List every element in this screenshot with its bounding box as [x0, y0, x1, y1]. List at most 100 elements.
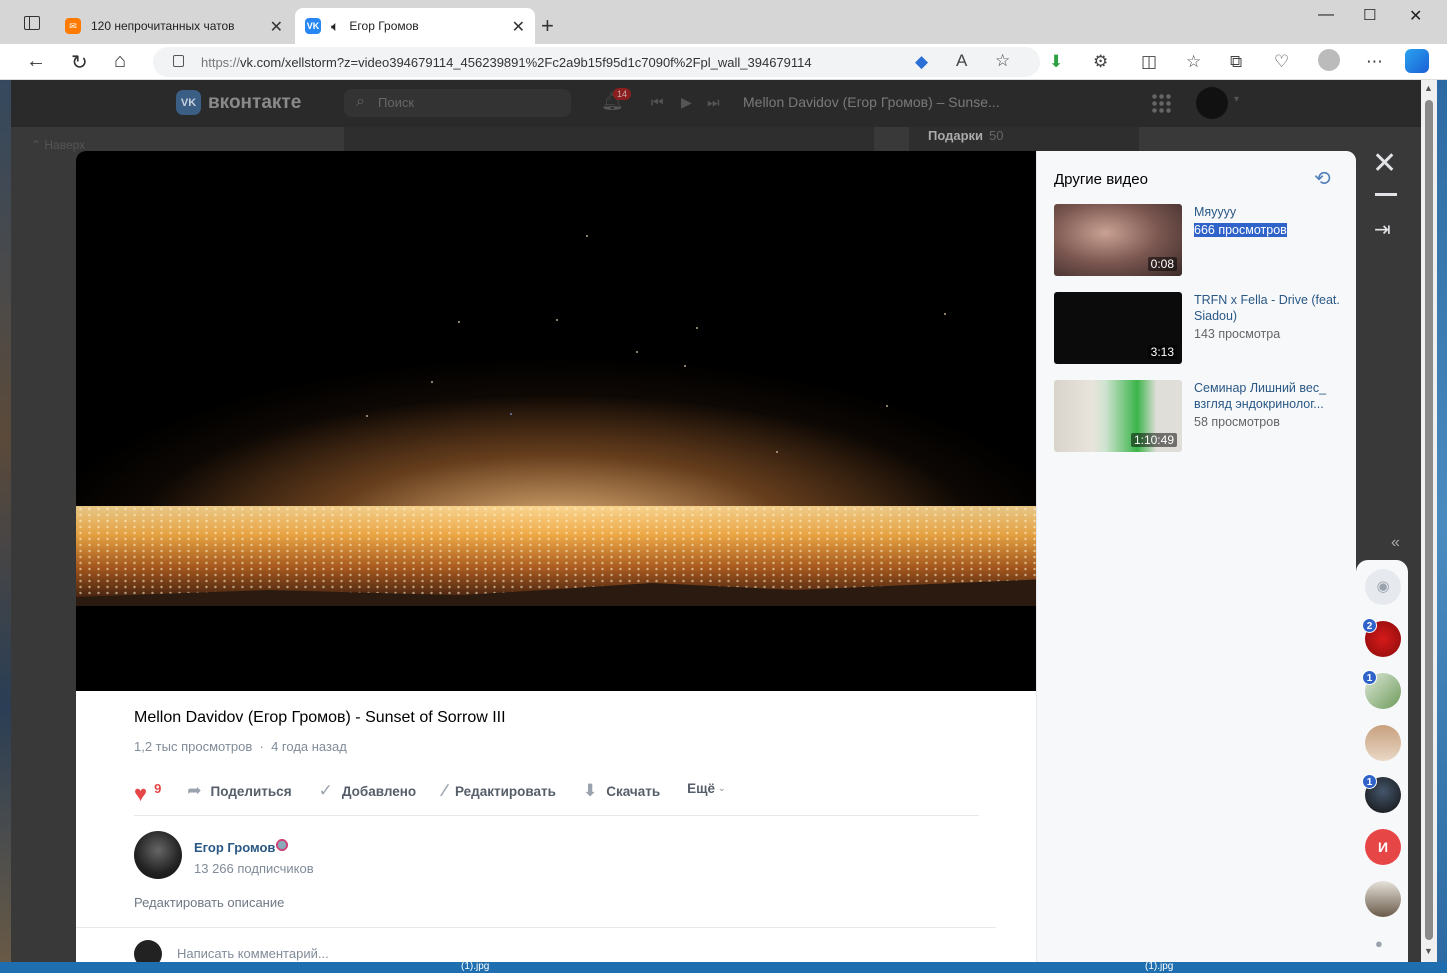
- check-icon: ✓: [318, 781, 333, 800]
- vk-logo[interactable]: VK вконтакте: [176, 90, 301, 115]
- chat-avatar[interactable]: И: [1365, 829, 1401, 865]
- edit-button[interactable]: ∕ Редактировать: [443, 781, 556, 801]
- refresh-icon[interactable]: ⟲: [1314, 166, 1331, 191]
- tab-unread-chats[interactable]: ✉ 120 непрочитанных чатов ✕: [55, 8, 293, 44]
- scroll-thumb[interactable]: [1425, 100, 1433, 940]
- owner-badge-icon: [275, 838, 289, 852]
- video-list-item[interactable]: 1:10:49 Семинар Лишний вес_ взгляд эндок…: [1054, 380, 1344, 452]
- owner-name[interactable]: Егор Громов: [194, 840, 275, 855]
- share-arrow-icon: ➦: [187, 781, 202, 800]
- apps-grid-icon[interactable]: [1151, 93, 1171, 113]
- download-extension-icon[interactable]: ⬇: [1049, 52, 1063, 72]
- camera-icon[interactable]: ◉: [1365, 569, 1401, 605]
- close-window-button[interactable]: ✕: [1409, 6, 1422, 26]
- profile-avatar[interactable]: [1318, 49, 1340, 71]
- menu-dots-icon[interactable]: ⋯: [1366, 52, 1383, 72]
- chat-avatar[interactable]: 2: [1362, 618, 1401, 657]
- owner-avatar[interactable]: [134, 831, 182, 879]
- chat-avatar[interactable]: [1365, 725, 1401, 761]
- views-count: 1,2 тыс просмотров: [134, 739, 253, 754]
- desktop-right-strip: [1437, 80, 1447, 973]
- collapse-chats-icon[interactable]: «: [1391, 534, 1400, 552]
- tab-vk-active[interactable]: VK 🔈︎ Егор Громов ✕: [295, 8, 535, 44]
- vk-icon: VK: [305, 18, 321, 34]
- close-tab-icon[interactable]: ✕: [270, 17, 283, 37]
- tab-label: Егор Громов: [349, 19, 419, 33]
- commenter-avatar: [134, 940, 162, 962]
- chat-avatar[interactable]: [1365, 881, 1401, 917]
- video-item-views: 58 просмотров: [1194, 415, 1280, 429]
- video-item-title[interactable]: Семинар Лишний вес_ взгляд эндокринолог.…: [1194, 380, 1344, 412]
- minimize-window-button[interactable]: —: [1318, 6, 1334, 24]
- dock-modal-icon[interactable]: ⇥: [1374, 217, 1391, 242]
- address-bar[interactable]: https://vk.com/xellstorm?z=video39467911…: [153, 47, 1040, 77]
- extensions-icon[interactable]: ⚙: [1093, 52, 1108, 72]
- more-button[interactable]: Ещё ⌄: [687, 781, 725, 796]
- video-thumbnail[interactable]: 3:13: [1054, 292, 1182, 364]
- url-text[interactable]: https://vk.com/xellstorm?z=video39467911…: [201, 55, 812, 70]
- new-tab-button[interactable]: +: [541, 13, 554, 39]
- desktop-file-label[interactable]: (1).jpg: [461, 961, 489, 972]
- download-icon: ⬇: [582, 781, 598, 800]
- favorites-icon[interactable]: ☆: [1186, 52, 1201, 72]
- vk-search-input[interactable]: Поиск: [344, 89, 571, 117]
- desktop-file-label[interactable]: (1).jpg: [1145, 961, 1173, 972]
- pencil-icon: ∕: [443, 781, 446, 800]
- favorite-star-icon[interactable]: ☆: [995, 51, 1010, 71]
- comment-input[interactable]: Написать комментарий...: [177, 946, 329, 961]
- download-button[interactable]: ⬇ Скачать: [583, 781, 660, 801]
- upload-age: 4 года назад: [271, 739, 347, 754]
- chat-bubble-icon[interactable]: ●: [1375, 936, 1383, 951]
- chevron-down-icon: ⌄: [718, 783, 726, 793]
- now-playing-track[interactable]: Mellon Davidov (Егор Громов) – Sunse...: [743, 94, 1000, 110]
- vk-logo-icon: VK: [176, 90, 201, 115]
- user-avatar[interactable]: [1196, 87, 1228, 119]
- added-button[interactable]: ✓ Добавлено: [319, 781, 417, 801]
- scroll-up-icon[interactable]: ▲: [1424, 83, 1433, 93]
- prev-track-icon[interactable]: ⏮: [651, 94, 664, 111]
- gifts-section-title: Подарки 50: [928, 128, 1004, 143]
- collections-icon[interactable]: ⧉: [1230, 52, 1242, 72]
- edit-description-link[interactable]: Редактировать описание: [134, 895, 284, 910]
- back-to-top[interactable]: ⌃ Наверх: [31, 138, 85, 152]
- copilot-icon[interactable]: [1405, 49, 1429, 73]
- scroll-down-icon[interactable]: ▼: [1424, 946, 1433, 956]
- tab-label: 120 непрочитанных чатов: [91, 19, 235, 33]
- chat-avatar[interactable]: 1: [1362, 774, 1401, 813]
- tab-actions-icon[interactable]: [24, 16, 40, 30]
- heart-icon[interactable]: ♥: [134, 781, 147, 807]
- tag-icon[interactable]: ◆: [915, 52, 928, 72]
- video-item-title[interactable]: TRFN x Fella - Drive (feat. Siadou): [1194, 292, 1344, 324]
- video-item-title[interactable]: Мяуууу: [1194, 204, 1344, 220]
- lock-icon[interactable]: [173, 55, 184, 67]
- read-aloud-icon[interactable]: A: [956, 51, 967, 71]
- sidebar-title: Другие видео: [1054, 171, 1148, 188]
- refresh-icon[interactable]: ↻: [71, 50, 88, 75]
- close-tab-icon[interactable]: ✕: [512, 17, 525, 37]
- video-list-item[interactable]: 0:08 Мяуууу 666 просмотров: [1054, 204, 1344, 276]
- video-modal: Mellon Davidov (Егор Громов) - Sunset of…: [76, 151, 1356, 962]
- vk-page: VK вконтакте Поиск 🔔︎ 14 ⏮ ▶ ⏭ Mellon Da…: [11, 80, 1421, 962]
- chat-avatar[interactable]: 1: [1362, 670, 1401, 709]
- video-thumbnail[interactable]: 1:10:49: [1054, 380, 1182, 452]
- back-icon[interactable]: ←: [26, 50, 46, 73]
- mail-icon: ✉: [65, 18, 81, 34]
- chevron-down-icon[interactable]: ▾: [1234, 94, 1239, 105]
- performance-icon[interactable]: ♡: [1274, 52, 1289, 72]
- chat-column: ◉ 2 1 1 И ●: [1356, 560, 1408, 962]
- minimize-modal-icon[interactable]: [1375, 193, 1397, 196]
- video-list-item[interactable]: 3:13 TRFN x Fella - Drive (feat. Siadou)…: [1054, 292, 1344, 364]
- vk-header: VK вконтакте Поиск 🔔︎ 14 ⏮ ▶ ⏭ Mellon Da…: [11, 80, 1421, 127]
- close-modal-icon[interactable]: ✕: [1372, 146, 1397, 181]
- speaker-icon[interactable]: 🔈︎: [331, 18, 339, 35]
- play-icon[interactable]: ▶: [681, 94, 692, 111]
- page-scrollbar[interactable]: ▲ ▼: [1421, 80, 1437, 962]
- like-count[interactable]: 9: [154, 781, 161, 796]
- video-thumbnail[interactable]: 0:08: [1054, 204, 1182, 276]
- maximize-window-button[interactable]: ☐: [1363, 6, 1376, 24]
- share-button[interactable]: ➦ Поделиться: [187, 781, 291, 801]
- split-screen-icon[interactable]: ◫: [1141, 52, 1157, 72]
- home-icon[interactable]: ⌂: [114, 50, 126, 73]
- video-player[interactable]: [76, 151, 1036, 691]
- next-track-icon[interactable]: ⏭: [707, 94, 720, 111]
